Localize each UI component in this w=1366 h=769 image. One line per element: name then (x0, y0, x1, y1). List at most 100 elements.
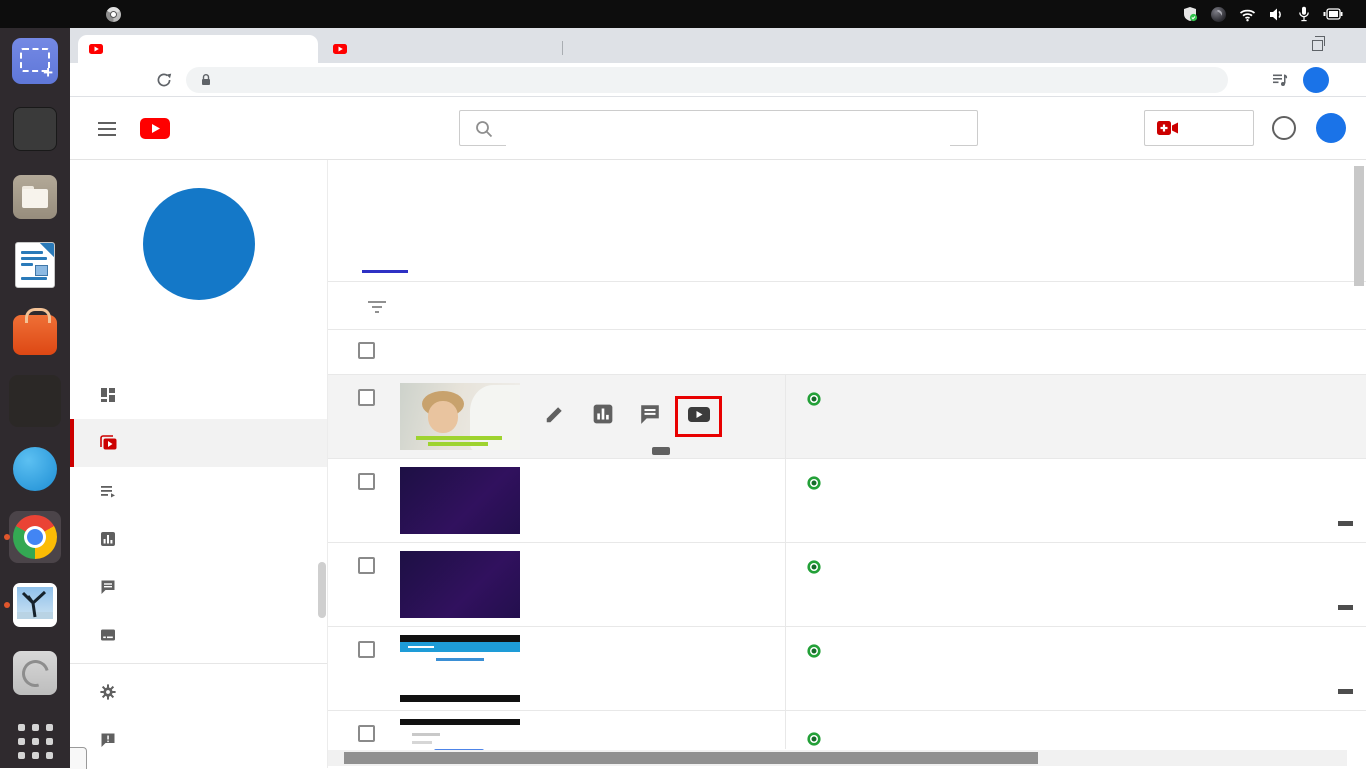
sidebar-item-dashboard[interactable] (70, 371, 327, 419)
table-row[interactable] (328, 627, 1366, 711)
channel-videos-content (328, 160, 1366, 768)
dock-item-screenshot[interactable] (0, 38, 70, 84)
row-checkbox[interactable] (358, 725, 375, 742)
sidebar-scrollbar[interactable] (318, 562, 326, 618)
browser-window (70, 28, 1366, 768)
microphone-icon (1298, 6, 1310, 22)
sidebar-divider (70, 663, 327, 664)
sidebar-item-playlists[interactable] (70, 467, 327, 515)
media-controls-icon[interactable] (1268, 66, 1292, 94)
row-menu-icon[interactable] (737, 401, 761, 429)
app-menu[interactable] (106, 0, 135, 28)
dock-item-files[interactable] (0, 174, 70, 220)
system-tray[interactable] (1182, 0, 1356, 28)
dock-item-photos[interactable] (0, 582, 70, 628)
dock-item-help[interactable] (0, 446, 70, 492)
bookmark-star-icon[interactable] (1234, 66, 1258, 94)
create-button[interactable] (1144, 110, 1254, 146)
files-icon (13, 175, 57, 219)
close-window-button[interactable] (1338, 34, 1364, 56)
video-thumbnail[interactable] (400, 467, 520, 534)
studio-search[interactable] (459, 110, 978, 146)
youtube-logo[interactable] (140, 118, 170, 139)
link-status-bar (70, 747, 87, 769)
tab-close-icon[interactable] (293, 40, 310, 57)
chrome-icon (106, 7, 121, 22)
create-video-icon (1157, 120, 1179, 136)
annotation-highlight-box (675, 396, 722, 437)
video-thumbnail[interactable] (400, 635, 520, 702)
sidebar-item-subtitles[interactable] (70, 611, 327, 659)
table-row[interactable] (328, 459, 1366, 543)
profile-avatar[interactable] (1303, 67, 1329, 93)
forward-button[interactable] (116, 66, 144, 94)
analytics-button[interactable] (592, 403, 616, 427)
system-top-bar (0, 0, 1366, 28)
horizontal-scrollbar-thumb[interactable] (344, 752, 1038, 764)
browser-menu-icon[interactable] (1336, 66, 1360, 94)
table-row[interactable] (328, 375, 1366, 459)
ubuntu-software-icon (13, 315, 57, 355)
like-ratio-bar (1338, 689, 1353, 694)
filter-input[interactable] (408, 292, 712, 311)
google-chrome-icon (13, 515, 57, 559)
reload-button[interactable] (150, 66, 178, 94)
tab-channel-videos[interactable] (78, 35, 318, 63)
youtube-favicon (88, 41, 104, 57)
public-icon (806, 643, 822, 659)
tile-bg (9, 375, 61, 427)
dashboard-icon (100, 387, 116, 403)
sidebar-item-settings[interactable] (70, 668, 327, 716)
new-tab-button[interactable] (574, 36, 596, 58)
sidebar-item-videos[interactable] (70, 419, 327, 467)
row-checkbox[interactable] (358, 641, 375, 658)
row-checkbox[interactable] (358, 389, 375, 406)
edit-button[interactable] (544, 403, 568, 427)
dock-item-chrome[interactable] (0, 514, 70, 560)
subtitles-icon (100, 627, 116, 643)
row-checkbox[interactable] (358, 473, 375, 490)
channel-avatar[interactable] (143, 188, 255, 300)
dock (0, 28, 70, 768)
account-avatar[interactable] (1316, 113, 1346, 143)
sidebar-item-send-feedback[interactable] (70, 716, 327, 764)
comments-icon (100, 579, 116, 595)
tab-separator (562, 41, 563, 55)
gear-icon (100, 684, 116, 700)
dock-item-software[interactable] (0, 310, 70, 356)
vertical-scrollbar[interactable] (1354, 166, 1364, 286)
search-icon (475, 120, 493, 138)
back-button[interactable] (82, 66, 110, 94)
dock-item-writer[interactable] (0, 242, 70, 288)
restore-button[interactable] (1312, 40, 1323, 51)
libreoffice-writer-icon (15, 242, 55, 288)
hamburger-menu-icon[interactable] (98, 122, 116, 136)
tab-hub-video[interactable] (322, 35, 554, 63)
dock-item-sublime[interactable] (0, 378, 70, 424)
battery-icon (1323, 8, 1343, 20)
dock-item-disks[interactable] (0, 650, 70, 696)
horizontal-scrollbar[interactable] (328, 750, 1347, 766)
help-circle-icon[interactable] (1272, 116, 1296, 140)
minimize-button[interactable] (1268, 34, 1294, 56)
table-row[interactable] (328, 543, 1366, 627)
video-thumbnail[interactable] (400, 383, 520, 450)
media-controls-glyph (1272, 72, 1288, 88)
row-checkbox[interactable] (358, 557, 375, 574)
tab-close-icon[interactable] (529, 40, 546, 57)
running-indicator (4, 534, 10, 540)
video-thumbnail[interactable] (400, 551, 520, 618)
dock-item-show-apps[interactable] (0, 718, 70, 764)
address-bar[interactable] (186, 67, 1228, 93)
sidebar-item-analytics[interactable] (70, 515, 327, 563)
dock-item-terminal[interactable] (0, 106, 70, 152)
disks-icon (13, 651, 57, 695)
comments-button[interactable] (639, 403, 663, 427)
select-all-checkbox[interactable] (358, 342, 375, 359)
sidebar-item-comments[interactable] (70, 563, 327, 611)
videos-icon (100, 435, 116, 451)
search-input[interactable] (506, 112, 950, 146)
volume-icon (1269, 7, 1285, 22)
shield-icon (1182, 6, 1198, 22)
column-separator (785, 375, 786, 749)
